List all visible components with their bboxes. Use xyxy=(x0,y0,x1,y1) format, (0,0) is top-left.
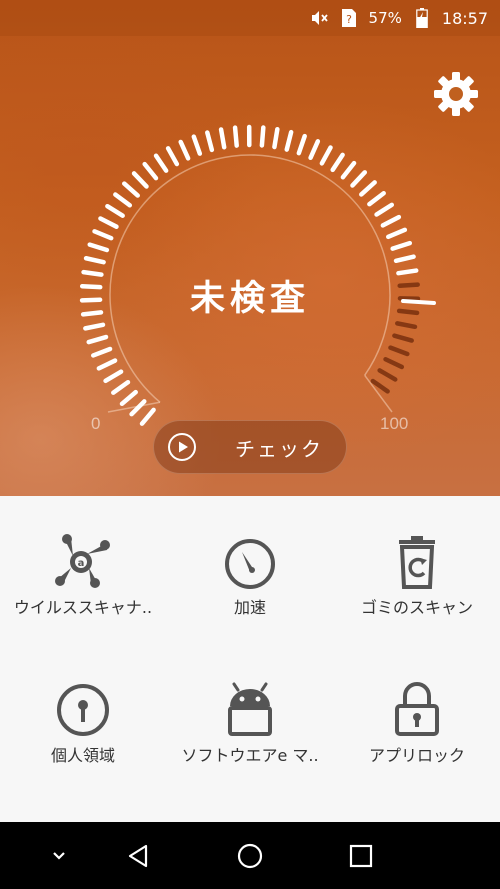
gauge-tick xyxy=(80,310,104,317)
keyhole-icon xyxy=(53,680,113,740)
feature-label: アプリロック xyxy=(368,746,465,765)
check-button-label: チェック xyxy=(235,436,323,461)
feature-private-space[interactable]: 個人領域 xyxy=(0,644,166,804)
gauge-tick xyxy=(393,254,416,264)
feature-label: 個人領域 xyxy=(50,746,115,765)
feature-label: ウイルススキャナ.. xyxy=(13,598,153,617)
gauge-tick xyxy=(259,125,266,148)
feature-speed-up[interactable]: 加速 xyxy=(167,496,333,656)
gauge-tick xyxy=(153,153,169,173)
gauge-tick xyxy=(131,171,149,189)
gauge-tick xyxy=(111,379,131,395)
gauge-tick xyxy=(113,192,133,208)
gauge-tick xyxy=(87,242,110,253)
scan-status-label: 未検査 xyxy=(189,279,310,319)
feature-app-lock[interactable]: アプリロック xyxy=(334,644,500,804)
home-icon[interactable] xyxy=(228,834,272,878)
recents-icon[interactable] xyxy=(339,834,383,878)
navigation-bar xyxy=(0,822,500,889)
gauge-tick xyxy=(83,255,106,265)
gauge-tick xyxy=(390,240,413,251)
back-icon[interactable] xyxy=(117,834,161,878)
gauge-tick xyxy=(319,145,333,166)
hero-panel: 未検査 0 100 チェック xyxy=(0,0,500,496)
gauge-max-label: 100 xyxy=(380,414,409,433)
gauge-tick xyxy=(388,345,410,357)
feature-junk-scan[interactable]: ゴミのスキャン xyxy=(334,496,500,656)
gauge-tick xyxy=(178,139,191,161)
gauge-tick xyxy=(350,170,368,188)
sim-unknown-icon: ? xyxy=(339,8,359,28)
svg-text:?: ? xyxy=(346,13,352,26)
gauge-tick xyxy=(91,346,113,358)
feature-label: ソフトウエアe マ.. xyxy=(181,746,319,765)
gauge-tick xyxy=(392,333,414,343)
padlock-icon xyxy=(387,680,447,740)
mute-icon xyxy=(309,8,329,28)
gauge-tick xyxy=(165,146,180,167)
gauge-tick xyxy=(103,369,124,384)
clock: 18:57 xyxy=(441,8,488,28)
gauge-indicator xyxy=(401,299,436,305)
gauge-tick xyxy=(296,133,307,156)
status-bar: ? 57% 18:57 xyxy=(0,0,500,36)
check-button[interactable]: チェック xyxy=(153,420,347,474)
gauge-tick xyxy=(105,203,125,218)
gauge-tick xyxy=(86,334,109,345)
feature-software-manager[interactable]: ソフトウエアe マ.. xyxy=(167,644,333,804)
feature-grid: a ウイルススキャナ.. 加速 ゴミのスキャン 個人領域 ソフトウエアe マ..… xyxy=(0,496,500,822)
gauge-tick xyxy=(92,229,114,241)
gauge-tick xyxy=(330,152,345,173)
trash-refresh-icon xyxy=(387,532,447,592)
gauge-tick xyxy=(119,389,138,407)
gauge-tick xyxy=(96,358,118,371)
gauge-tick xyxy=(340,160,357,180)
gauge-tick xyxy=(218,127,227,150)
gauge-tick xyxy=(139,407,156,426)
battery-percent: 57% xyxy=(368,9,402,27)
gauge-tick xyxy=(232,125,239,148)
gauge-tick xyxy=(359,180,377,197)
gauge-tick xyxy=(386,227,408,240)
gauge-tick xyxy=(142,161,159,181)
gauge-tick xyxy=(396,308,420,316)
avast-virus-icon: a xyxy=(53,532,113,592)
gauge-tick xyxy=(191,134,203,156)
svg-text:a: a xyxy=(78,558,85,569)
gauge-tick xyxy=(98,216,119,229)
gauge-tick xyxy=(205,130,215,153)
gauge-min-label: 0 xyxy=(91,414,101,433)
feature-label: 加速 xyxy=(233,598,266,617)
speedometer-icon xyxy=(220,532,280,592)
gauge-tick xyxy=(79,283,103,290)
gauge-tick xyxy=(380,214,402,228)
gauge-tick xyxy=(383,357,405,370)
android-icon xyxy=(220,680,280,740)
gauge-tick xyxy=(272,126,280,150)
gauge-tick xyxy=(377,368,398,382)
battery-charging-icon xyxy=(412,8,432,28)
gauge-tick xyxy=(81,269,104,277)
feature-virus-scanner[interactable]: a ウイルススキャナ.. xyxy=(0,496,166,656)
gauge-tick xyxy=(308,139,321,161)
gauge-tick xyxy=(396,268,419,276)
gauge-tick xyxy=(367,191,386,207)
play-icon xyxy=(168,433,196,461)
gauge-tick xyxy=(83,322,106,331)
feature-label: ゴミのスキャン xyxy=(360,598,473,617)
gauge-tick xyxy=(122,181,140,198)
gauge-tick xyxy=(395,321,418,330)
gauge-tick xyxy=(284,129,294,152)
gauge-tick xyxy=(397,282,420,288)
gauge-tail-right xyxy=(364,374,393,413)
gauge-tick xyxy=(374,202,395,217)
gauge-tick xyxy=(79,297,103,303)
chevron-down-icon[interactable] xyxy=(37,834,81,878)
